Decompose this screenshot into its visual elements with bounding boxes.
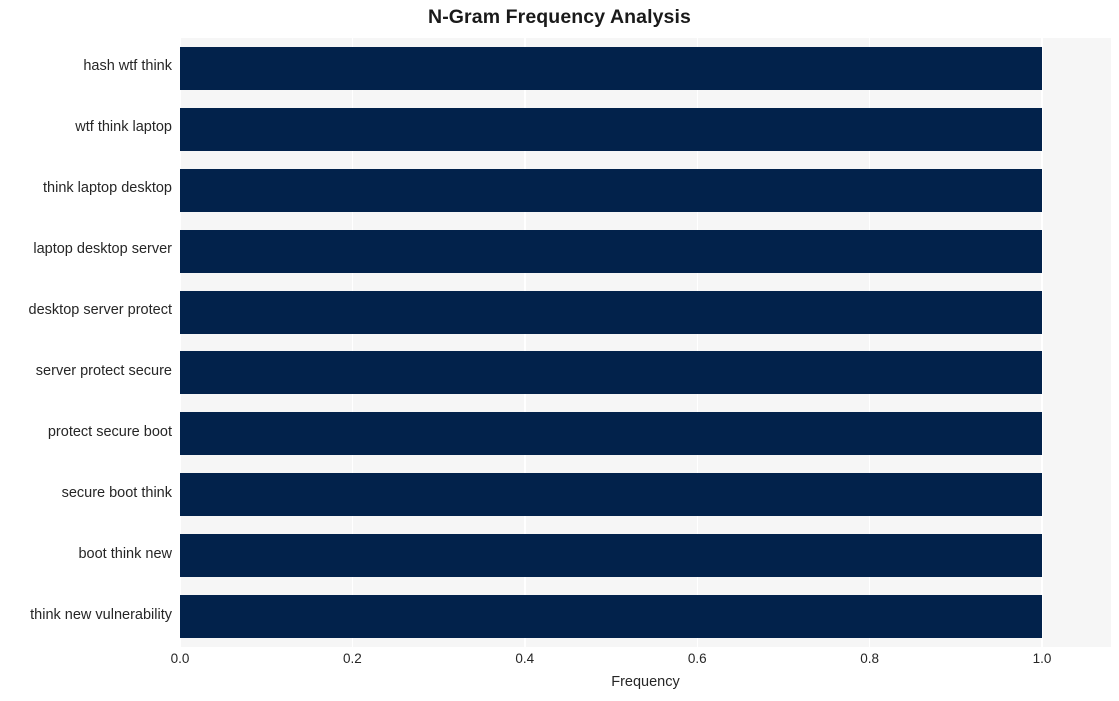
- bar: [180, 534, 1043, 578]
- x-axis-tick-labels: 0.0 0.2 0.4 0.6 0.8 1.0: [0, 651, 1119, 673]
- bar: [180, 46, 1043, 90]
- bar: [180, 412, 1043, 456]
- chart-figure: N-Gram Frequency Analysis hash wtf think…: [0, 0, 1119, 701]
- x-tick-label: 1.0: [1032, 651, 1052, 666]
- bar: [180, 168, 1043, 212]
- x-tick-label: 0.6: [687, 651, 707, 666]
- x-tick-label: 0.2: [343, 651, 362, 666]
- bar: [180, 595, 1043, 638]
- y-tick-label: wtf think laptop: [75, 119, 172, 136]
- y-tick-label: secure boot think: [61, 484, 172, 501]
- y-tick-label: protect secure boot: [47, 423, 172, 440]
- bar: [180, 290, 1043, 334]
- bar: [180, 351, 1043, 395]
- y-axis-tick-labels: hash wtf think wtf think laptop think lapt…: [0, 38, 172, 647]
- y-tick-label: think new vulnerability: [30, 606, 172, 623]
- bar: [180, 473, 1043, 517]
- y-tick-label: hash wtf think: [83, 58, 172, 75]
- chart-title: N-Gram Frequency Analysis: [428, 6, 691, 28]
- bar: [180, 107, 1043, 151]
- x-axis-label: Frequency: [611, 674, 680, 690]
- y-tick-label: laptop desktop server: [33, 241, 172, 258]
- y-tick-label: think laptop desktop: [43, 180, 172, 197]
- bar: [180, 229, 1043, 273]
- x-tick-label: 0.0: [170, 651, 190, 666]
- x-tick-label: 0.4: [515, 651, 535, 666]
- y-tick-label: desktop server protect: [28, 302, 172, 319]
- plot-area: [180, 38, 1111, 647]
- y-tick-label: server protect secure: [35, 362, 172, 379]
- x-tick-label: 0.8: [860, 651, 880, 666]
- y-tick-label: boot think new: [78, 545, 172, 562]
